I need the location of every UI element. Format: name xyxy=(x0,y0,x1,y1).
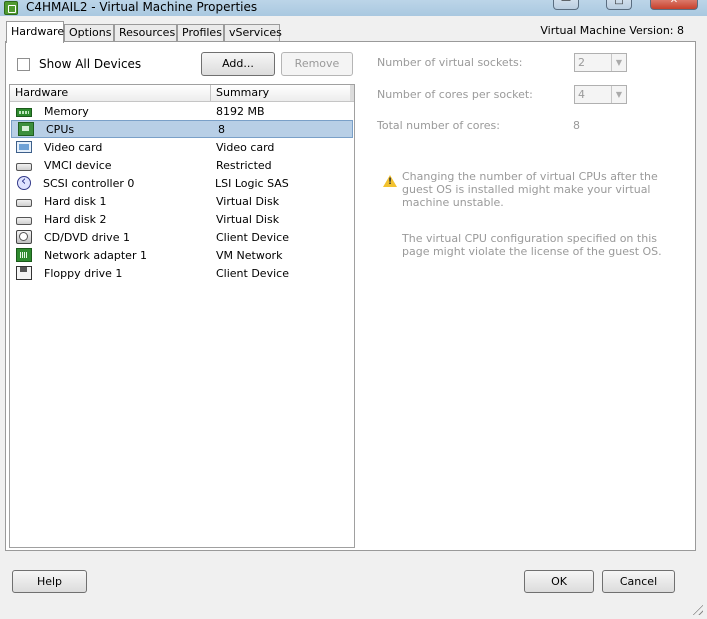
hardware-summary: Virtual Disk xyxy=(216,212,280,226)
hardware-name: VMCI device xyxy=(44,158,112,172)
minimize-button[interactable]: — xyxy=(553,0,579,10)
virtual-sockets-select[interactable]: 2 ▼ xyxy=(574,53,627,72)
table-row[interactable]: Video card Video card xyxy=(10,138,354,156)
table-row[interactable]: Memory 8192 MB xyxy=(10,102,354,120)
resize-grip[interactable] xyxy=(690,602,703,615)
close-button[interactable]: ✕ xyxy=(650,0,698,10)
tab-options[interactable]: Options xyxy=(64,24,114,42)
table-row[interactable]: Network adapter 1 VM Network xyxy=(10,246,354,264)
tab-profiles[interactable]: Profiles xyxy=(177,24,224,42)
maximize-button[interactable]: □ xyxy=(606,0,632,10)
vmci-device-icon xyxy=(16,162,32,171)
tab-resources[interactable]: Resources xyxy=(114,24,177,42)
hardware-summary: Client Device xyxy=(216,266,289,280)
hardware-name: Memory xyxy=(44,104,89,118)
help-button[interactable]: Help xyxy=(12,570,87,593)
add-hardware-button[interactable]: Add... xyxy=(201,52,275,76)
virtual-sockets-label: Number of virtual sockets: xyxy=(377,56,523,69)
hardware-summary: 8192 MB xyxy=(216,104,265,118)
hardware-summary: Video card xyxy=(216,140,275,154)
column-header-summary[interactable]: Summary xyxy=(211,85,354,101)
hardware-summary: Client Device xyxy=(216,230,289,244)
hardware-name: CPUs xyxy=(46,122,75,136)
vm-version-label: Virtual Machine Version: 8 xyxy=(540,24,684,37)
hardware-name: CD/DVD drive 1 xyxy=(44,230,130,244)
cancel-button[interactable]: Cancel xyxy=(602,570,675,593)
cpu-icon xyxy=(18,122,34,136)
tab-vservices[interactable]: vServices xyxy=(224,24,282,42)
ok-button[interactable]: OK xyxy=(524,570,594,593)
hard-disk-icon xyxy=(16,216,32,225)
hardware-summary: LSI Logic SAS xyxy=(215,176,289,190)
hardware-name: SCSI controller 0 xyxy=(43,176,135,190)
cores-per-socket-label: Number of cores per socket: xyxy=(377,88,533,101)
network-adapter-icon xyxy=(16,248,32,262)
show-all-devices-checkbox[interactable] xyxy=(17,57,30,71)
hardware-table: Hardware Summary Memory 8192 MB CPUs 8 V… xyxy=(9,84,355,548)
scsi-controller-icon xyxy=(17,174,31,190)
column-header-hardware[interactable]: Hardware xyxy=(10,85,211,101)
hardware-name: Video card xyxy=(44,140,103,154)
vm-properties-dialog: Hardware Options Resources Profiles vSer… xyxy=(0,16,707,619)
table-row[interactable]: Hard disk 2 Virtual Disk xyxy=(10,210,354,228)
hardware-name: Floppy drive 1 xyxy=(44,266,123,280)
hardware-name: Hard disk 2 xyxy=(44,212,107,226)
cores-per-socket-value: 4 xyxy=(578,88,585,101)
hardware-summary: Restricted xyxy=(216,158,272,172)
vsphere-app-icon xyxy=(4,1,18,15)
memory-icon xyxy=(16,107,32,117)
hardware-name: Network adapter 1 xyxy=(44,248,147,262)
table-row[interactable]: Hard disk 1 Virtual Disk xyxy=(10,192,354,210)
table-row[interactable]: Floppy drive 1 Client Device xyxy=(10,264,354,282)
hardware-summary: VM Network xyxy=(216,248,283,262)
hard-disk-icon xyxy=(16,198,32,207)
license-warning: The virtual CPU configuration specified … xyxy=(402,232,662,258)
title-bar: C4HMAIL2 - Virtual Machine Properties — … xyxy=(0,0,707,16)
hardware-table-header: Hardware Summary xyxy=(10,85,354,102)
table-row[interactable]: SCSI controller 0 LSI Logic SAS xyxy=(10,174,354,192)
warning-icon xyxy=(383,175,397,187)
window-title: C4HMAIL2 - Virtual Machine Properties xyxy=(26,0,258,14)
table-row[interactable]: VMCI device Restricted xyxy=(10,156,354,174)
chevron-down-icon[interactable]: ▼ xyxy=(611,86,626,103)
chevron-down-icon[interactable]: ▼ xyxy=(611,54,626,71)
cd-dvd-drive-icon xyxy=(16,230,32,244)
video-card-icon xyxy=(16,141,32,153)
table-row[interactable]: CPUs 8 xyxy=(11,120,353,138)
total-cores-label: Total number of cores: xyxy=(377,119,500,132)
show-all-devices[interactable]: Show All Devices xyxy=(17,57,141,71)
table-row[interactable]: CD/DVD drive 1 Client Device xyxy=(10,228,354,246)
hardware-tab-panel: Show All Devices Add... Remove Hardware … xyxy=(5,41,696,551)
hardware-summary: 8 xyxy=(218,122,225,136)
hardware-summary: Virtual Disk xyxy=(216,194,280,208)
hardware-name: Hard disk 1 xyxy=(44,194,107,208)
total-cores-value: 8 xyxy=(573,119,580,132)
remove-hardware-button[interactable]: Remove xyxy=(281,52,353,76)
cpu-settings-pane: Number of virtual sockets: 2 ▼ Number of… xyxy=(366,42,696,550)
virtual-sockets-value: 2 xyxy=(578,56,585,69)
floppy-drive-icon xyxy=(16,266,32,280)
show-all-devices-label: Show All Devices xyxy=(39,57,142,71)
cores-per-socket-select[interactable]: 4 ▼ xyxy=(574,85,627,104)
cpu-change-warning: Changing the number of virtual CPUs afte… xyxy=(402,170,658,209)
tab-hardware[interactable]: Hardware xyxy=(6,21,64,43)
